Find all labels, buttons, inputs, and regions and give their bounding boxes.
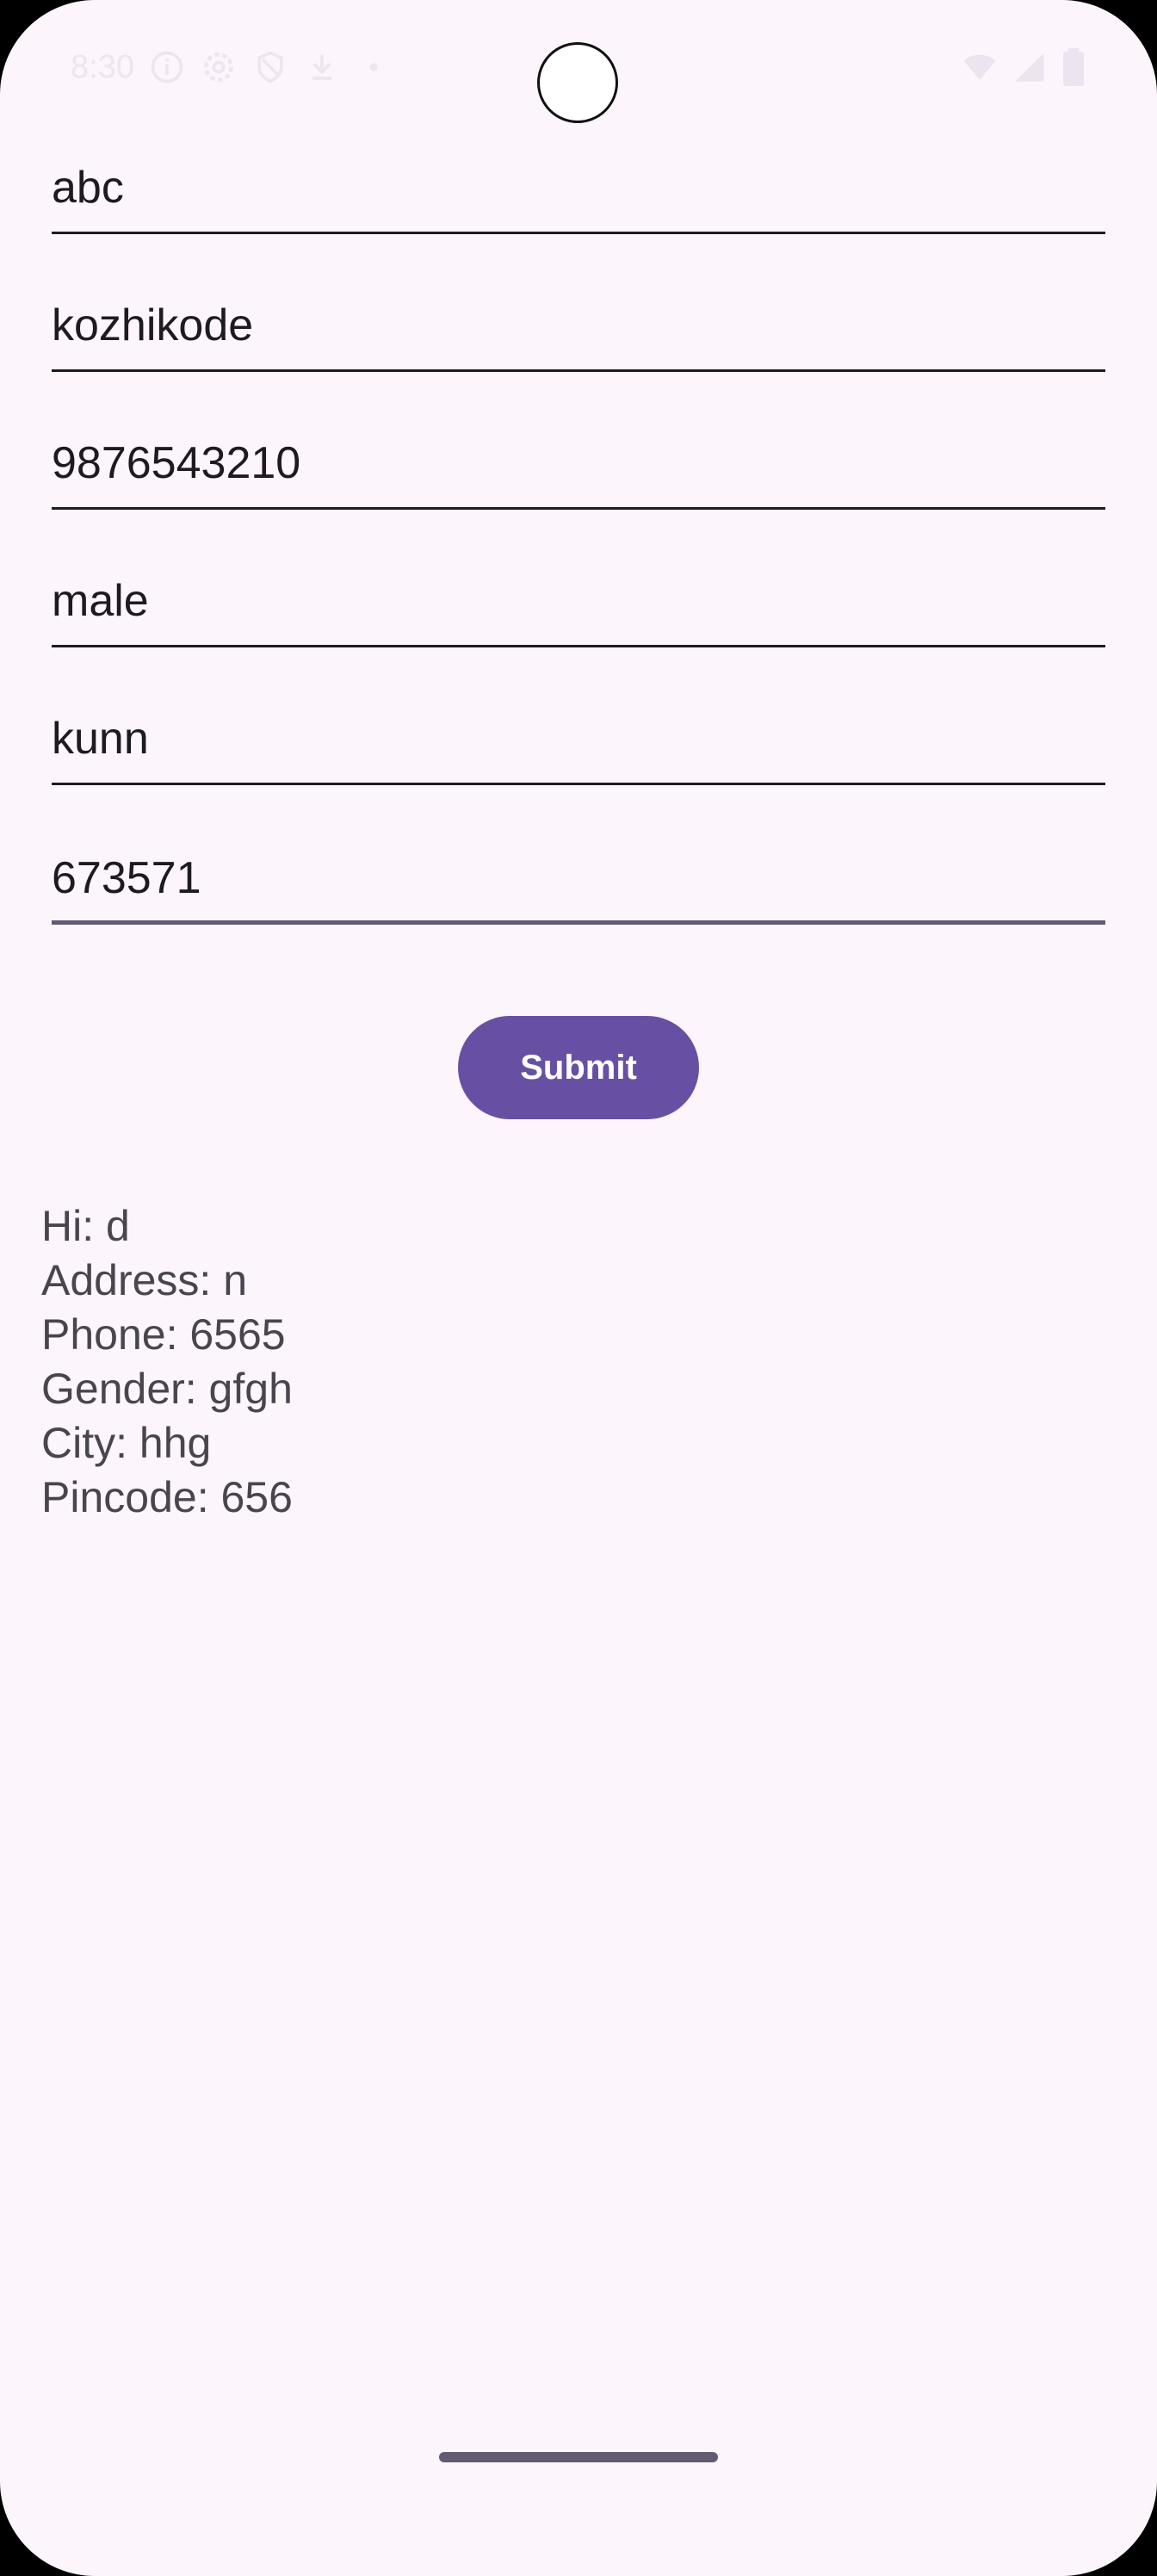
output-gender: Gender: gfgh (41, 1365, 293, 1413)
output-city: City: hhg (41, 1419, 212, 1467)
battery-icon (1063, 48, 1084, 86)
pincode-field-value: 673571 (52, 853, 201, 903)
shield-icon (257, 51, 283, 84)
address-field-value: kozhikode (52, 300, 254, 350)
status-bar-left: 8:30 (71, 46, 393, 88)
signal-icon (1015, 53, 1044, 82)
home-indicator[interactable] (439, 2452, 718, 2462)
wifi-icon (963, 54, 996, 80)
app-screen: 8:30 abc kozhikode 9876543210 male kunn … (0, 0, 1157, 2576)
output-text: Hi: d Address: n Phone: 6565 Gender: gfg… (41, 1199, 293, 1525)
download-icon (312, 54, 331, 80)
status-time: 8:30 (71, 48, 134, 85)
name-field[interactable]: abc (52, 139, 1105, 234)
address-field-underline (52, 369, 1105, 372)
address-field[interactable]: kozhikode (52, 277, 1105, 372)
phone-field-underline (52, 507, 1105, 510)
city-field-underline (52, 783, 1105, 785)
output-address: Address: n (41, 1256, 248, 1304)
name-field-value: abc (52, 163, 124, 213)
pincode-field[interactable]: 673571 (52, 830, 1105, 925)
output-phone: Phone: 6565 (41, 1310, 286, 1359)
status-bar-right (961, 46, 1086, 88)
settings-icon (204, 53, 233, 82)
gender-field-value: male (52, 576, 149, 626)
phone-field[interactable]: 9876543210 (52, 415, 1105, 510)
city-field[interactable]: kunn (52, 690, 1105, 785)
submit-button[interactable]: Submit (458, 1016, 699, 1119)
dot-icon (369, 63, 378, 71)
pincode-field-underline (52, 920, 1105, 925)
output-greeting: Hi: d (41, 1202, 130, 1250)
gender-field[interactable]: male (52, 553, 1105, 647)
phone-field-value: 9876543210 (52, 438, 301, 488)
gender-field-underline (52, 645, 1105, 647)
name-field-underline (52, 232, 1105, 234)
camera-cutout (537, 42, 618, 123)
info-icon (151, 51, 183, 84)
city-field-value: kunn (52, 714, 149, 764)
output-pincode: Pincode: 656 (41, 1473, 293, 1521)
